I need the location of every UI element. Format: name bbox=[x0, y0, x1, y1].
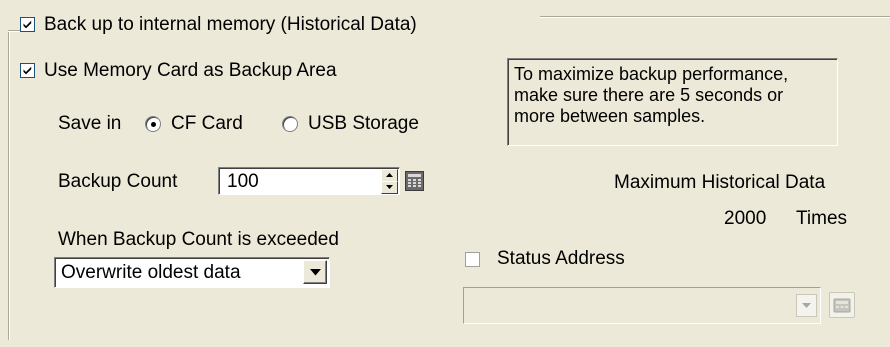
check-icon bbox=[23, 66, 32, 75]
keypad-icon bbox=[833, 298, 851, 313]
status-address-select[interactable] bbox=[463, 287, 821, 324]
radio-cf-card-button[interactable] bbox=[145, 116, 161, 132]
exceeded-select-value: Overwrite oldest data bbox=[61, 262, 241, 283]
spin-up-icon bbox=[386, 173, 393, 177]
backup-internal-label: Back up to internal memory (Historical D… bbox=[44, 14, 417, 35]
radio-usb-storage-label: USB Storage bbox=[308, 113, 419, 134]
save-in-label: Save in bbox=[58, 113, 122, 134]
dropdown-arrow-icon bbox=[309, 269, 321, 276]
max-historical-unit: Times bbox=[796, 208, 848, 229]
max-historical-label: Maximum Historical Data bbox=[614, 172, 826, 193]
backup-count-value[interactable]: 100 bbox=[227, 171, 259, 193]
exceeded-select[interactable]: Overwrite oldest data bbox=[54, 257, 330, 288]
radio-usb-storage-button[interactable] bbox=[282, 116, 298, 132]
backup-count-field[interactable]: 100 bbox=[218, 167, 400, 195]
backup-performance-note: To maximize backup performance, make sur… bbox=[507, 58, 838, 146]
backup-count-label: Backup Count bbox=[58, 171, 178, 192]
spin-down-button[interactable] bbox=[381, 181, 398, 194]
spin-down-icon bbox=[386, 185, 393, 189]
group-frame-left bbox=[8, 30, 9, 340]
keypad-icon bbox=[408, 174, 421, 187]
group-frame-top-right bbox=[540, 16, 890, 17]
memory-card-checkbox[interactable] bbox=[20, 63, 35, 78]
radio-selected-dot bbox=[151, 122, 156, 127]
backup-performance-note-text: To maximize backup performance, make sur… bbox=[514, 64, 789, 126]
status-address-option[interactable]: Status Address bbox=[465, 248, 645, 272]
status-address-keypad-button[interactable] bbox=[829, 292, 855, 318]
exceeded-dropdown-button[interactable] bbox=[303, 260, 327, 284]
memory-card-label: Use Memory Card as Backup Area bbox=[44, 60, 337, 81]
radio-cf-card-label: CF Card bbox=[171, 113, 243, 134]
radio-cf-card[interactable]: CF Card bbox=[145, 113, 255, 137]
status-address-checkbox[interactable] bbox=[465, 252, 480, 267]
check-icon bbox=[23, 20, 32, 29]
max-historical-value: 2000 bbox=[724, 208, 767, 229]
status-address-label: Status Address bbox=[497, 248, 625, 269]
exceeded-label: When Backup Count is exceeded bbox=[58, 229, 339, 250]
group-frame-top-left bbox=[8, 30, 20, 31]
keypad-button[interactable] bbox=[405, 171, 424, 191]
status-address-dropdown-button[interactable] bbox=[796, 294, 817, 317]
dropdown-arrow-icon bbox=[802, 303, 811, 308]
radio-usb-storage[interactable]: USB Storage bbox=[282, 113, 432, 137]
backup-internal-checkbox[interactable] bbox=[20, 17, 35, 32]
